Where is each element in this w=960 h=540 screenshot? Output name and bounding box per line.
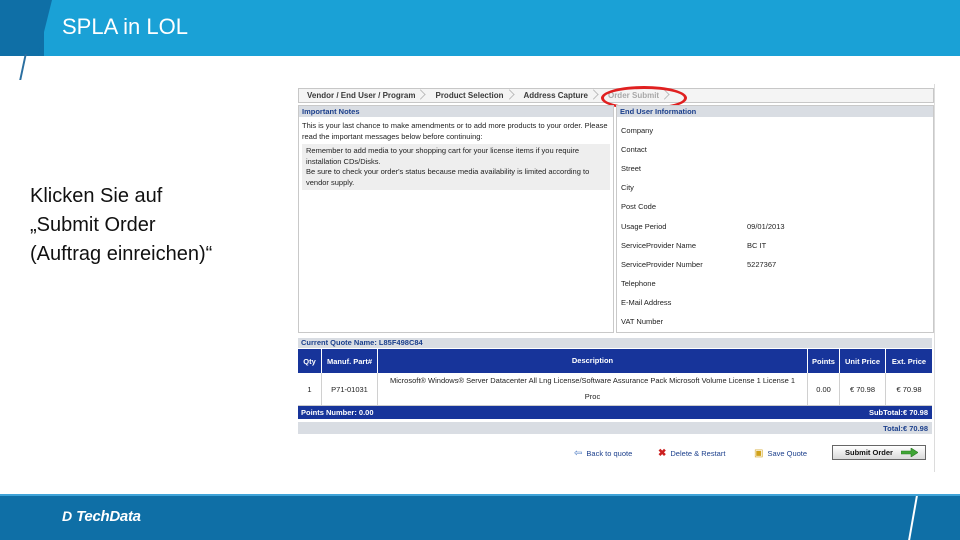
submit-order-label: Submit Order — [845, 448, 893, 457]
field-label: ServiceProvider Name — [621, 241, 697, 250]
delete-x-icon: ✖ — [658, 447, 667, 459]
breadcrumb-step-product-selection[interactable]: Product Selection — [427, 89, 515, 102]
field-label: Contact — [621, 145, 647, 154]
footer-bar — [0, 494, 960, 540]
field-value: 5227367 — [747, 260, 777, 269]
field-label: Usage Period — [621, 222, 667, 231]
end-user-heading: End User Information — [617, 106, 933, 117]
breadcrumb-step-vendor[interactable]: Vendor / End User / Program — [299, 89, 427, 102]
total-bar: Total:€ 70.98 — [298, 422, 932, 434]
field-vat-number: VAT Number — [621, 317, 921, 327]
screenshot-edge — [934, 84, 935, 472]
field-email: E-Mail Address — [621, 298, 921, 308]
breadcrumb: Vendor / End User / Program Product Sele… — [298, 86, 934, 110]
important-message: Remember to add media to your shopping c… — [306, 146, 580, 166]
field-label: Company — [621, 126, 654, 135]
instruction-line: (Auftrag einreichen)“ — [30, 243, 213, 265]
table-header: Qty Manuf. Part# Description Points Unit… — [298, 349, 932, 373]
cell-description: Microsoft® Windows® Server Datacenter Al… — [378, 373, 808, 405]
field-contact: Contact — [621, 145, 921, 155]
save-quote-label: Save Quote — [767, 448, 808, 458]
cell-unit-price: € 70.98 — [840, 373, 886, 405]
column-header-ext-price: Ext. Price — [891, 356, 927, 366]
save-quote-link[interactable]: ▣ Save Quote — [754, 446, 807, 460]
field-label: Street — [621, 164, 642, 173]
slide-title: SPLA in LOL — [62, 14, 188, 39]
column-header-qty: Qty — [298, 349, 322, 373]
column-header-unit-price: Unit Price — [840, 349, 886, 373]
field-label: VAT Number — [621, 317, 664, 326]
field-label: City — [621, 183, 634, 192]
cell-part: P71-01031 — [322, 373, 378, 405]
field-company: Company — [621, 126, 921, 136]
submit-order-button[interactable]: Submit Order — [832, 445, 926, 460]
field-street: Street — [621, 164, 921, 174]
points-subtotal-bar: Points Number: 0.00 SubTotal:€ 70.98 — [298, 406, 932, 419]
column-header-part: Manuf. Part# — [322, 349, 378, 373]
cell-points: 0.00 — [808, 373, 840, 405]
instruction-line: Klicken Sie auf — [30, 185, 163, 207]
current-quote-name: Current Quote Name: L85F498C84 — [298, 338, 932, 348]
column-header-points: Points — [808, 349, 840, 373]
important-messages: Remember to add media to your shopping c… — [302, 144, 610, 190]
field-service-provider-number: ServiceProvider Number 5227367 — [621, 260, 921, 270]
important-notes-heading: Important Notes — [299, 106, 613, 117]
title-accent-notch — [38, 0, 52, 56]
field-label: E-Mail Address — [621, 298, 672, 307]
back-to-quote-label: Back to quote — [586, 448, 633, 458]
field-label: Telephone — [621, 279, 656, 288]
footer-accent-line — [0, 494, 960, 496]
breadcrumb-step-address-capture[interactable]: Address Capture — [516, 89, 600, 102]
column-header-description: Description — [378, 349, 808, 373]
cell-ext-price: € 70.98 — [896, 384, 922, 394]
techdata-logo: D TechData — [62, 505, 141, 527]
instruction-line: „Submit Order — [30, 214, 156, 236]
points-number: Points Number: 0.00 — [301, 408, 374, 417]
field-telephone: Telephone — [621, 279, 921, 289]
total: Total:€ 70.98 — [883, 424, 928, 433]
title-bar: SPLA in LOL — [0, 0, 960, 56]
table-row: 1 P71-01031 Microsoft® Windows® Server D… — [298, 373, 932, 406]
important-message: Be sure to check your order's status bec… — [306, 167, 590, 187]
techdata-logo-text: TechData — [76, 507, 141, 525]
order-submit-screenshot: Vendor / End User / Program Product Sele… — [296, 84, 936, 472]
important-notes-panel: Important Notes This is your last chance… — [298, 105, 614, 333]
field-label: Post Code — [621, 202, 657, 211]
field-post-code: Post Code — [621, 202, 921, 212]
field-city: City — [621, 183, 921, 193]
right-arrow-icon — [900, 448, 918, 457]
field-label: ServiceProvider Number — [621, 260, 703, 269]
back-arrow-icon: ⇦ — [574, 447, 583, 459]
techdata-logo-mark: D — [62, 508, 73, 524]
cell-qty: 1 — [298, 373, 322, 405]
back-to-quote-link[interactable]: ⇦ Back to quote — [574, 446, 632, 460]
save-disk-icon: ▣ — [754, 447, 764, 459]
decorative-slash — [19, 54, 27, 80]
delete-restart-label: Delete & Restart — [670, 448, 726, 458]
subtotal: SubTotal:€ 70.98 — [868, 408, 928, 417]
field-value: 09/01/2013 — [747, 222, 785, 231]
end-user-panel: End User Information Company Contact Str… — [616, 105, 934, 333]
field-service-provider-name: ServiceProvider Name BC IT — [621, 241, 921, 251]
instruction-text: Klicken Sie auf „Submit Order (Auftrag e… — [30, 182, 270, 269]
quote-table: Qty Manuf. Part# Description Points Unit… — [298, 349, 932, 406]
delete-restart-link[interactable]: ✖ Delete & Restart — [658, 446, 725, 460]
field-value: BC IT — [747, 241, 767, 250]
field-usage-period: Usage Period 09/01/2013 — [621, 222, 921, 232]
important-notes-intro: This is your last chance to make amendme… — [302, 121, 608, 141]
